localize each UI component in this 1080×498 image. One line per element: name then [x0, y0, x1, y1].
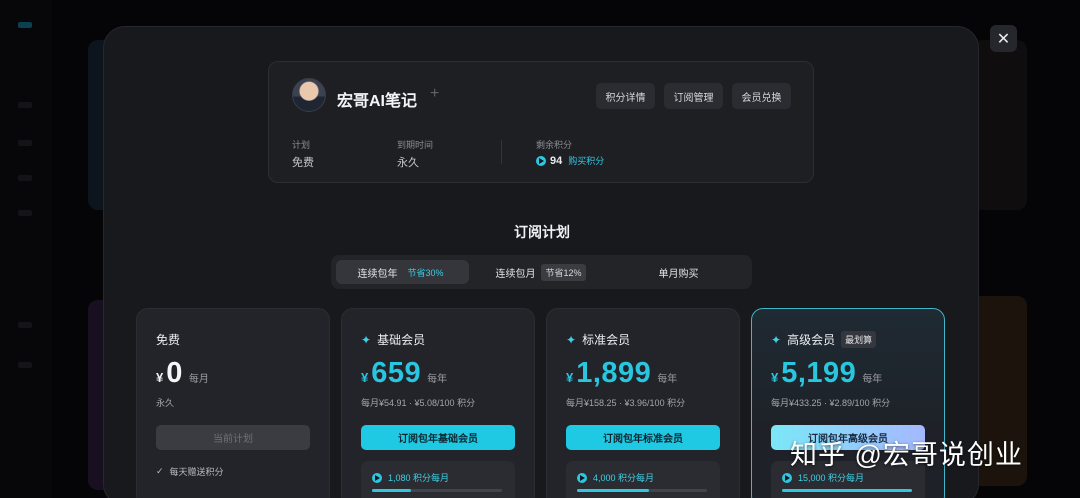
points-value: 94 — [550, 154, 563, 167]
plan-title: ✦ 高级会员 最划算 — [771, 331, 877, 348]
perk-label: 每天赠送积分 — [169, 467, 224, 477]
plan-perk: ✓ 每天赠送积分 — [156, 465, 224, 478]
plan-title: 免费 — [156, 331, 180, 348]
expiry-label: 到期时间 — [397, 140, 434, 150]
monthly-points-label: 4,000 积分每月 — [593, 473, 655, 483]
close-button[interactable]: ✕ — [990, 25, 1017, 52]
tab-monthly[interactable]: 连续包月 节省12% — [474, 260, 607, 284]
price-amount: 0 — [166, 357, 183, 389]
points-bar — [372, 489, 502, 492]
sparkle-icon: ✦ — [771, 332, 782, 347]
price-period: 每年 — [427, 374, 448, 385]
monthly-points-label: 1,080 积分每月 — [388, 473, 450, 483]
tab-label: 连续包年 — [357, 268, 398, 280]
price-period: 每月 — [188, 374, 209, 385]
plan-price: ¥ 5,199 每年 — [771, 357, 882, 390]
tab-label: 单月购买 — [658, 268, 699, 280]
subscription-manage-button[interactable]: 订阅管理 — [664, 83, 723, 109]
points-bar-fill — [372, 489, 411, 492]
tab-label: 连续包月 — [495, 268, 536, 280]
plan-card-standard: ✦ 标准会员 ¥ 1,899 每年 每月¥158.25 · ¥3.96/100 … — [546, 308, 740, 498]
buy-points-link[interactable]: 购买积分 — [568, 154, 604, 167]
tab-yearly[interactable]: 连续包年 节省30% — [336, 260, 469, 284]
section-title: 订阅计划 — [514, 224, 570, 240]
check-icon: ✓ — [156, 466, 164, 476]
points-icon — [782, 472, 792, 483]
price-amount: 1,899 — [576, 357, 652, 389]
tab-single-month[interactable]: 单月购买 — [612, 260, 745, 284]
plus-icon[interactable]: + — [430, 85, 439, 103]
points-bar-fill — [577, 489, 649, 492]
price-amount: 5,199 — [781, 357, 857, 389]
profile-card: 宏哥AI笔记 + 积分详情 订阅管理 会员兑换 计划 免费 到期时间 永久 剩余… — [268, 61, 814, 183]
sparkle-icon: ✦ — [361, 332, 372, 347]
price-period: 每年 — [657, 374, 678, 385]
plan-name: 基础会员 — [377, 333, 426, 347]
currency-symbol: ¥ — [566, 370, 574, 385]
watermark: 知乎 @宏哥说创业 — [790, 440, 1023, 470]
plan-value: 免费 — [292, 157, 314, 169]
points-label: 剩余积分 — [536, 140, 573, 150]
best-value-badge: 最划算 — [841, 331, 877, 348]
profile-name: 宏哥AI笔记 — [337, 93, 418, 110]
tab-badge: 节省12% — [541, 263, 586, 281]
monthly-points: 4,000 积分每月 — [577, 471, 654, 484]
plan-card-free: 免费 ¥ 0 每月 永久 当前计划 ✓ 每天赠送积分 — [136, 308, 330, 498]
plan-subtext: 永久 — [156, 398, 175, 408]
points-bar — [577, 489, 707, 492]
points-bar — [782, 489, 912, 492]
tab-badge: 节省30% — [407, 267, 444, 278]
monthly-points-label: 15,000 积分每月 — [798, 473, 865, 483]
billing-tabs: 连续包年 节省30% 连续包月 节省12% 单月购买 — [331, 255, 752, 289]
points-row: 94 购买积分 — [536, 154, 604, 167]
currency-symbol: ¥ — [156, 370, 164, 385]
plan-subtext: 每月¥158.25 · ¥3.96/100 积分 — [566, 398, 686, 408]
currency-symbol: ¥ — [361, 370, 369, 385]
currency-symbol: ¥ — [771, 370, 779, 385]
points-icon — [577, 472, 587, 483]
expiry-value: 永久 — [397, 157, 419, 169]
price-period: 每年 — [862, 374, 883, 385]
plan-subtext: 每月¥54.91 · ¥5.08/100 积分 — [361, 398, 476, 408]
plan-price: ¥ 659 每年 — [361, 357, 447, 390]
plan-name: 免费 — [156, 333, 181, 347]
points-icon — [536, 155, 546, 166]
subscribe-standard-button[interactable]: 订阅包年标准会员 — [566, 425, 720, 450]
points-bar-fill — [782, 489, 912, 492]
monthly-points-box: 1,080 积分每月 — [361, 461, 515, 498]
monthly-points: 15,000 积分每月 — [782, 471, 864, 484]
plan-card-basic: ✦ 基础会员 ¥ 659 每年 每月¥54.91 · ¥5.08/100 积分 … — [341, 308, 535, 498]
current-plan-button: 当前计划 — [156, 425, 310, 450]
divider — [501, 140, 502, 164]
plan-title: ✦ 基础会员 — [361, 331, 425, 348]
plan-subtext: 每月¥433.25 · ¥2.89/100 积分 — [771, 398, 891, 408]
membership-redeem-button[interactable]: 会员兑换 — [732, 83, 791, 109]
close-icon: ✕ — [996, 30, 1011, 48]
points-icon — [372, 472, 382, 483]
plan-label: 计划 — [292, 140, 311, 150]
plan-title: ✦ 标准会员 — [566, 331, 630, 348]
plan-price: ¥ 0 每月 — [156, 357, 209, 390]
plan-name: 标准会员 — [582, 333, 631, 347]
points-details-button[interactable]: 积分详情 — [596, 83, 655, 109]
sparkle-icon: ✦ — [566, 332, 577, 347]
plan-name: 高级会员 — [787, 333, 836, 347]
plan-price: ¥ 1,899 每年 — [566, 357, 677, 390]
price-amount: 659 — [371, 357, 422, 389]
monthly-points: 1,080 积分每月 — [372, 471, 449, 484]
monthly-points-box: 4,000 积分每月 — [566, 461, 720, 498]
subscribe-basic-button[interactable]: 订阅包年基础会员 — [361, 425, 515, 450]
avatar — [292, 78, 326, 112]
